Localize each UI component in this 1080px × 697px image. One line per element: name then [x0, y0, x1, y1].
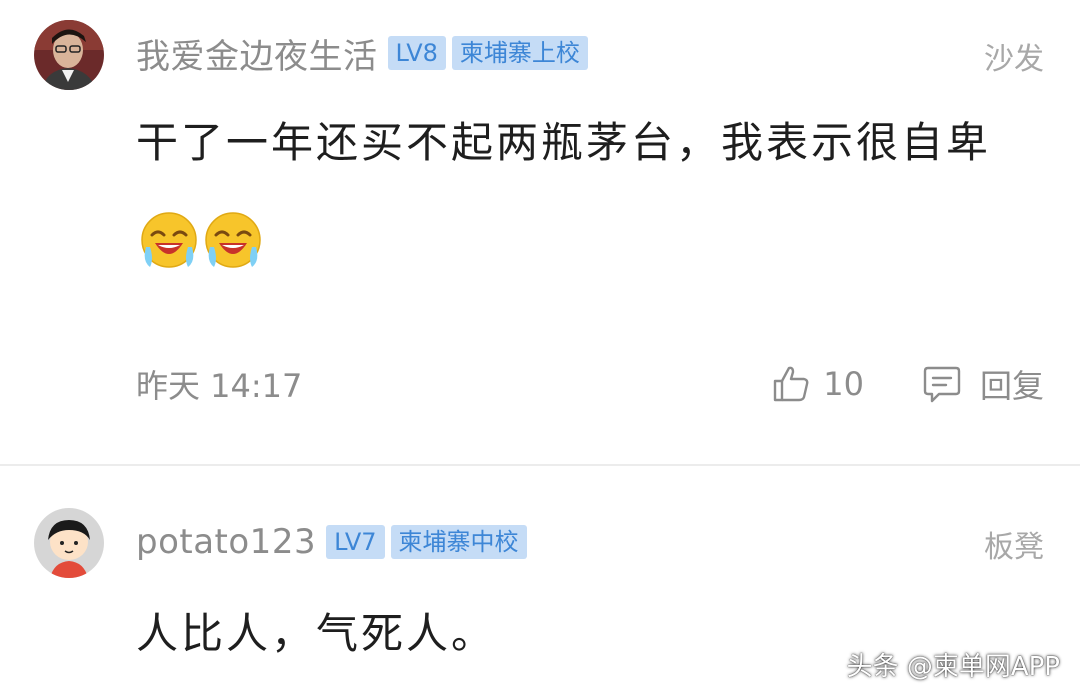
crying-laugh-emoji-icon: [202, 207, 264, 273]
reply-button[interactable]: 回复: [922, 361, 1044, 407]
comment-header: potato123 LV7 柬埔寨中校: [136, 517, 533, 567]
comment-item: 我爱金边夜生活 LV8 柬埔寨上校 沙发 干了一年还买不起两瓶茅台，我表示很自卑: [0, 0, 1080, 464]
floor-label: 板凳: [984, 530, 1044, 565]
rank-badge: 柬埔寨上校: [451, 36, 588, 70]
like-button[interactable]: 10: [771, 364, 864, 404]
thumbs-up-icon: [774, 366, 809, 402]
avatar[interactable]: [34, 20, 104, 90]
like-count: 10: [823, 365, 864, 403]
speech-bubble-icon: [923, 366, 961, 403]
comment-text-body: 干了一年还买不起两瓶茅台，我表示很自卑: [136, 118, 992, 167]
level-badge: LV7: [326, 525, 385, 559]
comment-header: 我爱金边夜生活 LV8 柬埔寨上校: [136, 28, 594, 78]
crying-laugh-emoji-icon: [138, 207, 200, 273]
timestamp: 昨天 14:17: [136, 367, 303, 405]
comment-footer: 昨天 14:17 10 回复: [136, 358, 1044, 410]
comment-text: 干了一年还买不起两瓶茅台，我表示很自卑: [136, 96, 1016, 284]
username[interactable]: potato123: [136, 522, 316, 562]
username[interactable]: 我爱金边夜生活: [136, 29, 378, 78]
level-badge: LV8: [387, 36, 446, 70]
rank-badge: 柬埔寨中校: [390, 525, 527, 559]
watermark: 头条 @柬单网APP: [846, 652, 1060, 682]
reply-label: 回复: [979, 367, 1044, 405]
floor-label: 沙发: [984, 42, 1044, 77]
avatar[interactable]: [34, 508, 104, 578]
